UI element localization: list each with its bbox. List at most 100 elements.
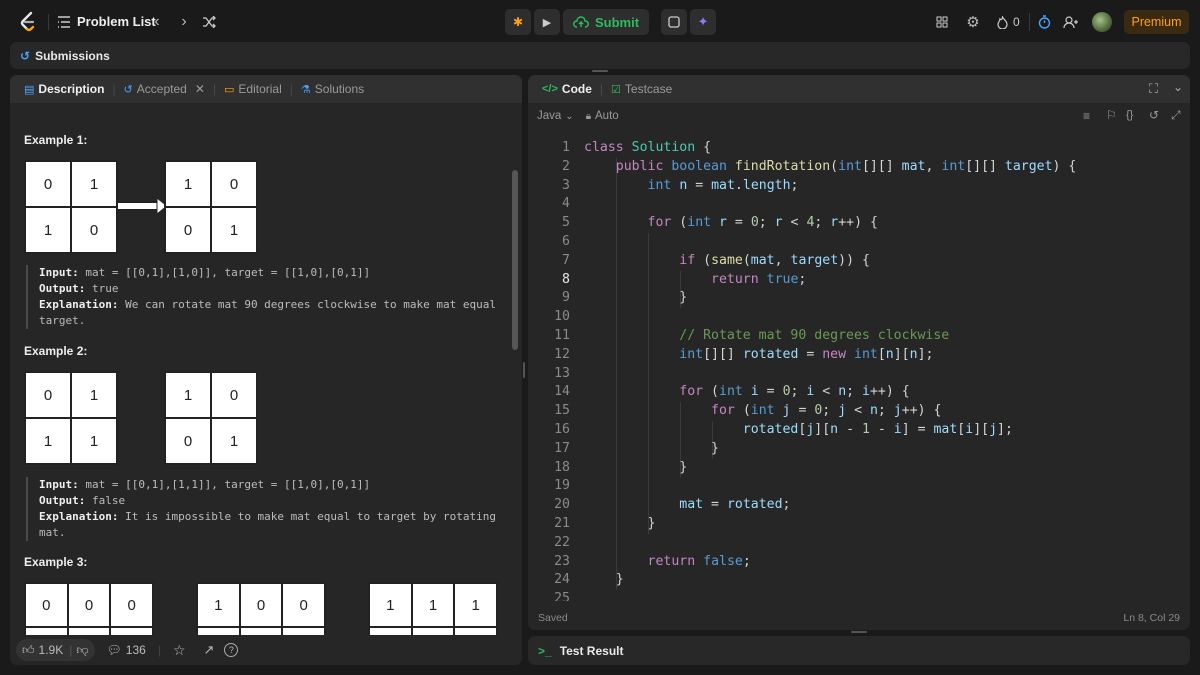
mode-toggle[interactable]: 🔒︎ Auto (586, 110, 619, 122)
code-line[interactable]: 10 (528, 308, 1190, 327)
code-line[interactable]: 8 return true; (528, 271, 1190, 290)
grid-cell: 0 (25, 372, 71, 418)
code-line[interactable]: 14 for (int i = 0; i < n; i++) { (528, 383, 1190, 402)
code-line[interactable]: 21 } (528, 515, 1190, 534)
close-icon[interactable]: ✕ (195, 82, 205, 96)
test-result-bar[interactable]: >_ Test Result (528, 636, 1190, 665)
code-line[interactable]: 5 for (int r = 0; r < 4; r++) { (528, 214, 1190, 233)
example-1-target-grid: 1 0 0 1 (164, 160, 258, 254)
tab-editorial[interactable]: ▭ Editorial (220, 82, 286, 96)
premium-button[interactable]: Premium (1124, 10, 1189, 34)
next-problem-icon[interactable]: › (177, 12, 191, 32)
tab-accepted[interactable]: ↺ Accepted ✕ (120, 82, 209, 96)
history-icon: ↺ (20, 48, 31, 63)
code-line[interactable]: 7 if (same(mat, target)) { (528, 252, 1190, 271)
expand-icon[interactable]: ⤢ (1171, 108, 1181, 123)
note-icon (668, 16, 680, 28)
code-line[interactable]: 2 public boolean findRotation(int[][] ma… (528, 158, 1190, 177)
braces-icon[interactable]: {} (1126, 109, 1133, 121)
code-line[interactable]: 18 } (528, 459, 1190, 478)
notes-button[interactable] (661, 9, 688, 35)
avatar[interactable] (1092, 12, 1112, 32)
code-line[interactable]: 6 (528, 233, 1190, 252)
input-label: Input: (39, 266, 79, 279)
help-icon[interactable]: ? (224, 643, 239, 657)
grid-cell: 0 (211, 372, 257, 418)
code-text: int n = mat.length; (647, 177, 799, 193)
code-line[interactable]: 22 (528, 534, 1190, 553)
submissions-bar[interactable]: ↺ Submissions (10, 42, 1190, 69)
flask-icon: ⚗ (300, 83, 311, 96)
tab-solutions[interactable]: ⚗ Solutions (297, 82, 368, 96)
tab-testcase[interactable]: ☑ Testcase (607, 82, 676, 96)
problem-list-link[interactable]: Problem List (77, 14, 156, 29)
debug-button[interactable]: ✱ (505, 9, 531, 35)
grid-cell (25, 627, 68, 635)
share-icon[interactable]: ↗ (198, 642, 221, 658)
add-friend-icon[interactable] (1062, 12, 1080, 32)
drag-handle[interactable] (592, 70, 608, 72)
code-line[interactable]: 20 mat = rotated; (528, 496, 1190, 515)
ai-assist-button[interactable]: ✦ (690, 9, 717, 35)
horizontal-splitter-handle[interactable] (851, 631, 867, 633)
output-label: Output: (39, 494, 86, 507)
line-number: 10 (554, 309, 570, 325)
code-line[interactable]: 11 // Rotate mat 90 degrees clockwise (528, 327, 1190, 346)
code-line[interactable]: 17 } (528, 440, 1190, 459)
line-number: 18 (554, 459, 570, 475)
divider (1029, 13, 1030, 31)
sparkle-icon: ✦ (697, 14, 709, 29)
tab-divider: | (212, 82, 216, 96)
submit-button[interactable]: Submit (563, 9, 650, 35)
bug-icon: ✱ (512, 15, 524, 29)
vertical-splitter-handle[interactable] (523, 362, 525, 378)
code-line[interactable]: 15 for (int j = 0; j < n; j++) { (528, 402, 1190, 421)
example-3-title: Example 3: (24, 555, 88, 569)
example-3-target-grid: 1 1 1 (368, 582, 498, 635)
code-line[interactable]: 3 int n = mat.length; (528, 177, 1190, 196)
line-number: 3 (562, 177, 570, 193)
gear-icon[interactable]: ⚙ (965, 12, 981, 32)
line-number: 23 (554, 553, 570, 569)
code-line[interactable]: 9 } (528, 289, 1190, 308)
code-line[interactable]: 12 int[][] rotated = new int[n][n]; (528, 346, 1190, 365)
tab-code-label: Code (561, 82, 592, 96)
grid-cell: 0 (67, 583, 111, 627)
bookmark-icon[interactable]: ⚐ (1106, 108, 1117, 122)
code-line[interactable]: 25 (528, 590, 1190, 601)
grid-cell: 1 (211, 207, 257, 253)
layout-icon[interactable] (934, 13, 950, 31)
format-icon[interactable]: ≡ (1083, 109, 1090, 123)
code-line[interactable]: 16 rotated[j][n - 1 - i] = mat[i][j]; (528, 421, 1190, 440)
prev-problem-icon[interactable]: ‹ (150, 12, 164, 32)
tab-divider: | (599, 82, 604, 96)
tab-description[interactable]: ▤ Description (20, 82, 108, 96)
code-text: int[][] rotated = new int[n][n]; (679, 346, 934, 362)
star-icon[interactable]: ☆ (165, 642, 194, 659)
tab-code[interactable]: </> Code (538, 82, 596, 96)
code-line[interactable]: 13 (528, 365, 1190, 384)
like-button[interactable]: 👍︎ 1.9K | 👎︎ (16, 639, 95, 661)
problem-list-icon[interactable] (56, 13, 72, 31)
flame-icon[interactable] (995, 12, 1009, 32)
code-line[interactable]: 23 return false; (528, 553, 1190, 572)
code-line[interactable]: 19 (528, 477, 1190, 496)
leetcode-logo-icon[interactable] (18, 11, 38, 33)
top-navbar: Problem List ‹ › ✱ ▶ Submit ✦ ⚙ 0 Premiu… (0, 0, 1200, 44)
maximize-icon[interactable]: ⛶ (1149, 81, 1158, 97)
problem-description: Example 1: 0 1 1 0 1 0 0 1 Input: mat = … (10, 103, 510, 635)
code-line[interactable]: 1 class Solution { (528, 139, 1190, 158)
timer-icon[interactable] (1036, 12, 1052, 32)
reset-icon[interactable]: ↺ (1149, 108, 1159, 122)
code-editor[interactable]: 1 class Solution {2 public boolean findRo… (528, 131, 1190, 601)
chevron-down-icon[interactable]: ⌄ (1173, 80, 1183, 94)
description-scrollbar[interactable] (512, 170, 518, 350)
code-line[interactable]: 4 (528, 195, 1190, 214)
shuffle-icon[interactable] (200, 12, 218, 32)
run-button[interactable]: ▶ (534, 9, 560, 35)
language-select[interactable]: Java ⌄ (537, 110, 574, 122)
code-line[interactable]: 24 } (528, 571, 1190, 590)
thumbs-down-icon[interactable]: 👎︎ (76, 643, 88, 658)
checkbox-icon: ☑ (611, 83, 621, 96)
comments-button[interactable]: 💬︎ 136 (99, 643, 154, 657)
